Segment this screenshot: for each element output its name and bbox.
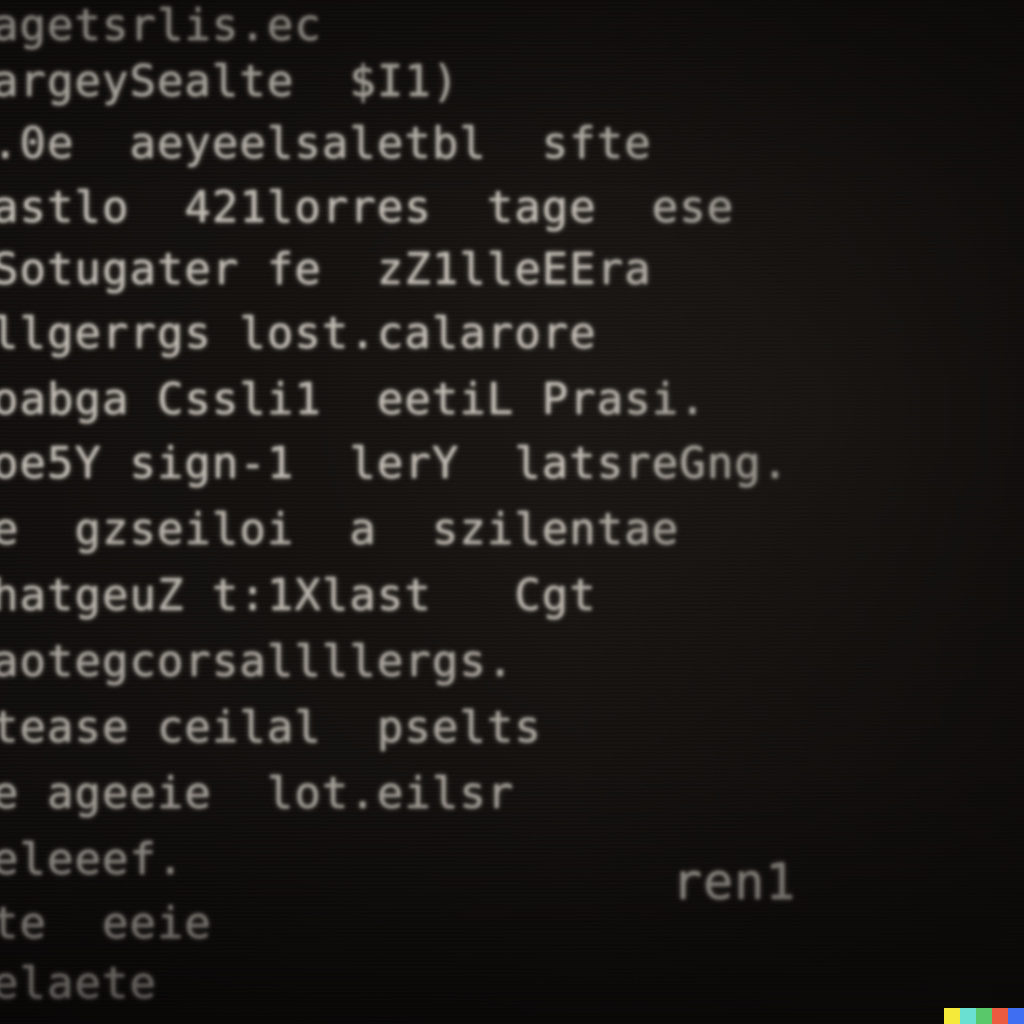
terminal-line: argeySealte $I1) <box>0 56 459 108</box>
watermark-swatch-yellow <box>944 1008 960 1024</box>
terminal-line: llgerrgs lost.calarore <box>0 308 597 360</box>
terminal-line-text: llgerrgs lost.calarore <box>0 308 597 359</box>
terminal-line-text: te eeie <box>0 898 212 949</box>
terminal-screen: agetsrlis.ec argeySealte $I1) .0e aeyeel… <box>0 0 1024 1024</box>
terminal-line: oe5Y sign-1 lerY latsreGng. <box>0 438 789 490</box>
terminal-line-text: astlo 421lorres tage ese <box>0 182 735 233</box>
terminal-line-text: hatgeuZ t:1Xlast Cgt <box>0 570 597 621</box>
watermark-swatch-cyan <box>960 1008 976 1024</box>
terminal-line: Sotugater fe zZ1lleEEra <box>0 244 652 296</box>
terminal-line: e ageeie lot.eilsr <box>0 768 514 820</box>
terminal-line: hatgeuZ t:1Xlast Cgt <box>0 570 597 622</box>
terminal-line-text: Sotugater fe zZ1lleEEra <box>0 244 652 295</box>
terminal-output: agetsrlis.ec argeySealte $I1) .0e aeyeel… <box>0 0 992 1024</box>
terminal-line: oabga Cssli1 eetiL Prasi. <box>0 374 707 426</box>
prompt-fragment: ren1 <box>672 856 796 908</box>
terminal-line: te eeie <box>0 898 212 950</box>
terminal-line: astlo 421lorres tage ese <box>0 182 734 234</box>
terminal-line-text: e gzseiloi a szilentae <box>0 504 680 555</box>
terminal-line-text: eleeef. <box>0 834 185 885</box>
terminal-line-text: .0e aeyeelsaletbl sfte <box>0 118 652 169</box>
terminal-line: .0e aeyeelsaletbl sfte <box>0 118 652 170</box>
terminal-line: e gzseiloi a szilentae <box>0 504 679 556</box>
watermark-swatch <box>944 1008 1024 1024</box>
terminal-line-text: e ageeie lot.eilsr <box>0 768 515 819</box>
terminal-line-text: elaete <box>0 958 157 1009</box>
terminal-line-text: argeySealte $I1) <box>0 56 460 107</box>
watermark-swatch-blue <box>1008 1008 1024 1024</box>
terminal-line: elaete <box>0 958 157 1010</box>
prompt-fragment-text: ren1 <box>672 853 797 911</box>
terminal-line: eleeef. <box>0 834 184 886</box>
watermark-swatch-green <box>976 1008 992 1024</box>
terminal-line-text: aotegcorsallllergs. <box>0 636 515 687</box>
watermark-swatch-red <box>992 1008 1008 1024</box>
terminal-line: tease ceilal pselts <box>0 702 542 754</box>
terminal-line-text: tease ceilal pselts <box>0 702 542 753</box>
terminal-line-text: oabga Cssli1 eetiL Prasi. <box>0 374 707 425</box>
terminal-line: agetsrlis.ec <box>0 0 322 52</box>
terminal-line: aotegcorsallllergs. <box>0 636 514 688</box>
terminal-line-text: agetsrlis.ec <box>0 0 322 51</box>
terminal-line-text: oe5Y sign-1 lerY latsreGng. <box>0 438 790 489</box>
